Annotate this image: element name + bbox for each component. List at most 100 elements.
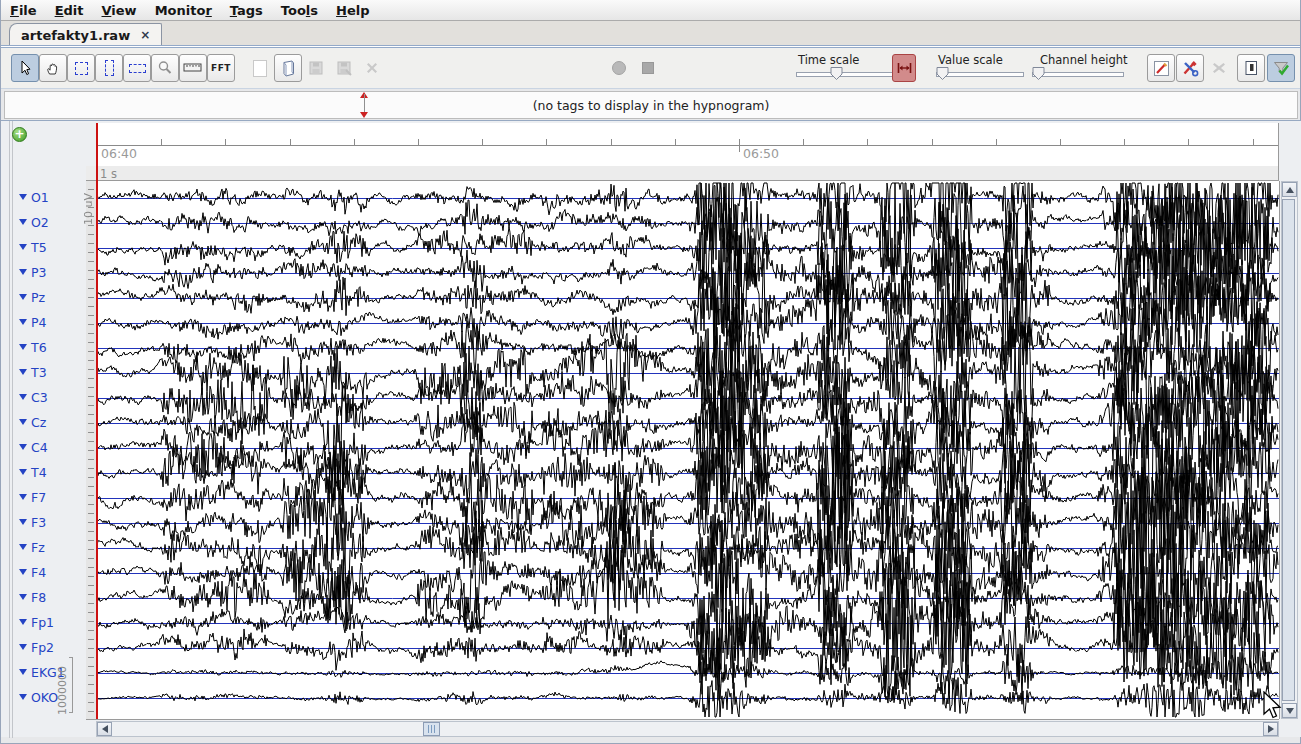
channel-label-OKO[interactable]: OKO [19,689,58,705]
stop-button[interactable] [634,54,662,82]
tab-artefakty1[interactable]: artefakty1.raw × [9,23,162,46]
channel-height-thumb[interactable] [1032,66,1045,81]
channel-collapse-icon[interactable] [19,469,27,475]
filter-button[interactable] [1267,54,1295,82]
channel-label-P4[interactable]: P4 [19,314,47,330]
channel-label-F8[interactable]: F8 [19,589,46,605]
preferences-button[interactable] [1176,54,1204,82]
splitter-line-2[interactable] [12,121,13,738]
select-column-button[interactable] [95,54,123,82]
channel-label-Fp1[interactable]: Fp1 [19,614,54,630]
time-scale-thumb[interactable] [830,66,843,81]
channel-label-T5[interactable]: T5 [19,239,47,255]
channel-label-Cz[interactable]: Cz [19,414,46,430]
channel-collapse-icon[interactable] [19,694,27,700]
save-as-button[interactable] [330,54,358,82]
plot-border-right [1279,181,1280,719]
edit-montage-button[interactable] [1147,54,1175,82]
scroll-up-button[interactable] [1282,182,1297,197]
channel-collapse-icon[interactable] [19,394,27,400]
channel-collapse-icon[interactable] [19,619,27,625]
zoom-button[interactable] [151,54,179,82]
scroll-left-button[interactable] [97,722,112,736]
menu-file[interactable]: File [1,2,46,19]
channel-collapse-icon[interactable] [19,419,27,425]
horizontal-scrollbar-thumb[interactable] [423,722,440,736]
menu-tools[interactable]: Tools [272,2,327,19]
channel-collapse-icon[interactable] [19,344,27,350]
horizontal-scrollbar[interactable] [96,721,1279,737]
channel-label-F3[interactable]: F3 [19,514,46,530]
channel-collapse-icon[interactable] [19,294,27,300]
hand-scroll-button[interactable] [39,54,67,82]
add-channel-button[interactable]: + [12,127,27,142]
tools-icon [1181,59,1199,77]
fit-width-button[interactable] [892,54,916,82]
ruler-tick [803,139,804,145]
close-x-icon [364,60,380,76]
channel-label-T3[interactable]: T3 [19,364,47,380]
channel-label-Fz[interactable]: Fz [19,539,45,555]
channel-collapse-icon[interactable] [19,519,27,525]
channel-collapse-icon[interactable] [19,319,27,325]
channel-label-C4[interactable]: C4 [19,439,48,455]
channel-label-Pz[interactable]: Pz [19,289,45,305]
channel-label-F4[interactable]: F4 [19,564,46,580]
row-select-icon [129,64,146,73]
channel-collapse-icon[interactable] [19,544,27,550]
tab-close-icon[interactable]: × [140,28,150,42]
fit-width-icon [896,60,913,76]
channel-height-slider[interactable] [1032,72,1124,77]
channel-label-Fp2[interactable]: Fp2 [19,639,54,655]
value-scale-thumb[interactable] [936,66,949,81]
select-cursor-button[interactable] [11,54,39,82]
channel-collapse-icon[interactable] [19,219,27,225]
ruler-button[interactable] [179,54,207,82]
channel-collapse-icon[interactable] [19,444,27,450]
channel-collapse-icon[interactable] [19,369,27,375]
menu-tags[interactable]: Tags [221,2,272,19]
channel-label-O1[interactable]: O1 [19,189,49,205]
signal-canvas[interactable] [97,181,1279,719]
channel-label-F7[interactable]: F7 [19,489,46,505]
toolbar: FFT Time scale Value scale Channel heigh… [1,48,1300,89]
save-button[interactable] [302,54,330,82]
hand-icon [45,60,61,76]
fft-button[interactable]: FFT [207,54,235,82]
new-document-button[interactable] [246,54,274,82]
blank-page-icon [253,60,267,77]
abort-button[interactable] [1205,54,1233,82]
channel-label-C3[interactable]: C3 [19,389,48,405]
channel-label-T6[interactable]: T6 [19,339,47,355]
record-button[interactable] [605,54,633,82]
splitter-line[interactable] [9,121,10,738]
scroll-down-button[interactable] [1282,703,1297,718]
channel-label-T4[interactable]: T4 [19,464,47,480]
vertical-scrollbar-thumb[interactable] [1282,199,1295,701]
channel-collapse-icon[interactable] [19,644,27,650]
hypnogram-message: (no tags to display in the hypnogram) [533,98,770,113]
channel-collapse-icon[interactable] [19,569,27,575]
select-region-button[interactable] [67,54,95,82]
channel-label-P3[interactable]: P3 [19,264,47,280]
ruler-tick [1188,139,1189,145]
menu-view[interactable]: View [93,2,146,19]
open-document-button[interactable] [274,54,302,82]
hypnogram-position-marker[interactable] [360,92,369,118]
time-scale-slider[interactable] [796,72,894,77]
channel-collapse-icon[interactable] [19,244,27,250]
channel-collapse-icon[interactable] [19,669,27,675]
close-document-button[interactable] [358,54,386,82]
channel-collapse-icon[interactable] [19,269,27,275]
channel-collapse-icon[interactable] [19,194,27,200]
menu-help[interactable]: Help [327,2,378,19]
menu-edit[interactable]: Edit [46,2,93,19]
document-info-button[interactable] [1237,54,1265,82]
channel-collapse-icon[interactable] [19,494,27,500]
channel-label-O2[interactable]: O2 [19,214,49,230]
menu-monitor[interactable]: Monitor [146,2,221,19]
select-row-button[interactable] [123,54,151,82]
channel-collapse-icon[interactable] [19,594,27,600]
value-scale-slider[interactable] [936,72,1024,77]
ruler-axis-line [96,145,1278,146]
